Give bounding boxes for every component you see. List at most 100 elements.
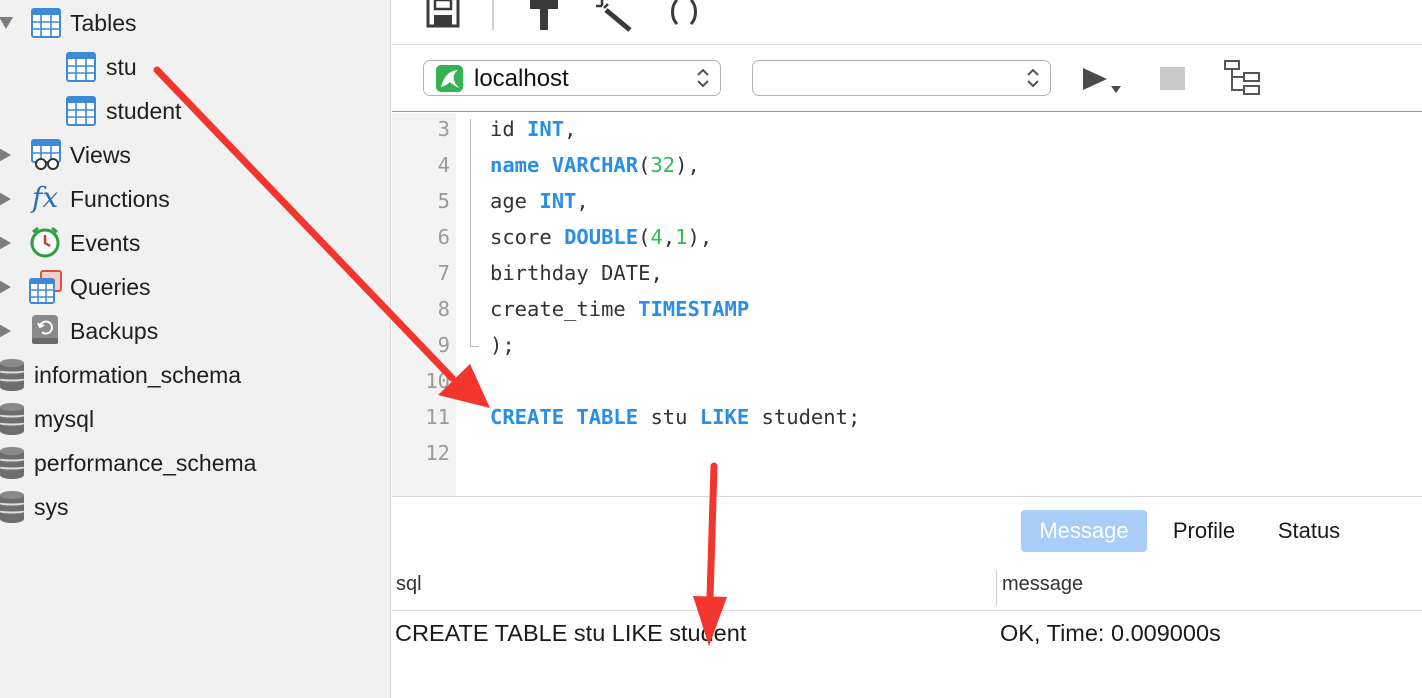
code-token: ); xyxy=(490,333,515,357)
code-line[interactable]: age INT, xyxy=(490,189,589,213)
code-token: ( xyxy=(638,153,651,177)
save-icon[interactable] xyxy=(426,0,460,35)
number-token: 32 xyxy=(650,153,676,177)
line-number: 12 xyxy=(425,441,450,465)
keyword-token: VARCHAR xyxy=(551,153,639,177)
fold-guide xyxy=(470,119,479,347)
disclosure-closed-icon[interactable] xyxy=(0,192,11,206)
tab-message[interactable]: Message xyxy=(1021,510,1147,552)
run-icon[interactable] xyxy=(1081,66,1125,103)
keyword-token: CREATE xyxy=(490,405,565,429)
line-number: 11 xyxy=(425,405,450,429)
keyword-token: name xyxy=(490,153,540,177)
connection-bar: localhost xyxy=(392,46,1422,112)
sidebar-item-label: mysql xyxy=(34,405,95,432)
sidebar-item-functions[interactable]: fx Functions xyxy=(0,177,390,221)
sidebar-item-label: sys xyxy=(34,493,69,520)
connection-select[interactable]: localhost xyxy=(423,60,721,96)
sidebar-item-backups[interactable]: Backups xyxy=(0,309,390,353)
updown-chevron-icon xyxy=(1026,66,1040,90)
sidebar-item-label: information_schema xyxy=(34,361,242,388)
keyword-token: TIMESTAMP xyxy=(638,297,750,321)
keyword-token: TABLE xyxy=(576,405,639,429)
sidebar-item-label: Backups xyxy=(70,317,159,344)
code-token: create_time xyxy=(490,297,639,321)
header-divider xyxy=(392,610,1422,611)
line-number: 10 xyxy=(425,369,450,393)
results-panel: Message Profile Status sql message CREAT… xyxy=(392,496,1422,698)
code-line[interactable]: ); xyxy=(490,333,515,357)
line-number: 6 xyxy=(437,225,450,249)
result-cell-sql[interactable]: CREATE TABLE stu LIKE student xyxy=(395,620,746,647)
disclosure-closed-icon[interactable] xyxy=(0,148,11,162)
connection-value: localhost xyxy=(474,65,569,92)
explain-icon[interactable] xyxy=(1224,60,1262,101)
column-header-message[interactable]: message xyxy=(1002,573,1083,596)
code-token: ( xyxy=(638,225,651,249)
stop-icon[interactable] xyxy=(1160,67,1185,90)
sql-editor[interactable]: 3 4 5 6 7 8 9 10 11 12 id INT, name VARCHAR(32), ag… xyxy=(392,113,1422,496)
code-token: ), xyxy=(687,225,713,249)
build-hammer-icon[interactable] xyxy=(528,0,560,35)
database-select[interactable] xyxy=(752,60,1051,96)
sidebar-item-tables[interactable]: Tables xyxy=(0,1,390,45)
sidebar-item-views[interactable]: Views xyxy=(0,133,390,177)
result-cell-message[interactable]: OK, Time: 0.009000s xyxy=(1000,620,1221,647)
disclosure-closed-icon[interactable] xyxy=(0,236,11,250)
disclosure-closed-icon[interactable] xyxy=(0,280,11,294)
sidebar-item-label: student xyxy=(106,97,182,124)
code-line[interactable]: name VARCHAR(32), xyxy=(490,153,700,177)
keyword-token: INT xyxy=(539,189,577,213)
code-token: id xyxy=(490,117,528,141)
mysql-dolphin-icon xyxy=(436,65,463,92)
sidebar-item-table-student[interactable]: student xyxy=(0,89,390,133)
number-token: 1 xyxy=(675,225,688,249)
code-line[interactable]: CREATE TABLE stu LIKE student; xyxy=(490,405,860,429)
keyword-token: INT xyxy=(527,117,565,141)
database-icon xyxy=(0,359,26,391)
tab-profile[interactable]: Profile xyxy=(1160,510,1248,552)
line-number: 5 xyxy=(437,189,450,213)
column-header-sql[interactable]: sql xyxy=(396,573,422,596)
backup-icon xyxy=(31,314,61,346)
sidebar-item-events[interactable]: Events xyxy=(0,221,390,265)
code-line[interactable]: id INT, xyxy=(490,117,576,141)
updown-chevron-icon xyxy=(696,66,710,90)
sidebar-item-table-stu[interactable]: stu xyxy=(0,45,390,89)
sidebar-item-db-information-schema[interactable]: information_schema xyxy=(0,353,390,397)
query-icon xyxy=(29,270,63,304)
column-divider[interactable] xyxy=(996,570,997,606)
sidebar-item-db-sys[interactable]: sys xyxy=(0,485,390,529)
sidebar-item-label: Functions xyxy=(70,185,170,212)
query-toolbar xyxy=(392,0,1422,45)
sidebar-item-db-performance-schema[interactable]: performance_schema xyxy=(0,441,390,485)
code-token: ), xyxy=(675,153,700,177)
sidebar-item-queries[interactable]: Queries xyxy=(0,265,390,309)
line-number: 9 xyxy=(437,333,450,357)
magic-wand-icon[interactable] xyxy=(594,0,634,37)
line-number: 8 xyxy=(437,297,450,321)
line-number: 3 xyxy=(437,117,450,141)
code-line[interactable]: birthday DATE, xyxy=(490,261,663,285)
toolbar-separator xyxy=(492,0,494,30)
table-icon xyxy=(66,96,96,126)
code-token: age xyxy=(490,189,540,213)
disclosure-closed-icon[interactable] xyxy=(0,324,11,338)
code-line[interactable]: score DOUBLE(4,1), xyxy=(490,225,712,249)
views-icon xyxy=(31,139,63,171)
code-line[interactable]: create_time TIMESTAMP xyxy=(490,297,749,321)
sidebar-item-label: Tables xyxy=(70,9,137,36)
parentheses-icon[interactable] xyxy=(668,0,700,31)
sidebar-item-db-mysql[interactable]: mysql xyxy=(0,397,390,441)
disclosure-open-icon[interactable] xyxy=(0,17,13,29)
tab-status[interactable]: Status xyxy=(1266,510,1352,552)
code-token: , xyxy=(564,117,577,141)
code-token: , xyxy=(576,189,589,213)
function-fx-icon: fx xyxy=(32,181,59,214)
number-token: 4 xyxy=(650,225,663,249)
keyword-token: DOUBLE xyxy=(564,225,639,249)
line-number-gutter: 3 4 5 6 7 8 9 10 11 12 xyxy=(392,113,456,496)
sidebar-item-label: Views xyxy=(70,141,131,168)
